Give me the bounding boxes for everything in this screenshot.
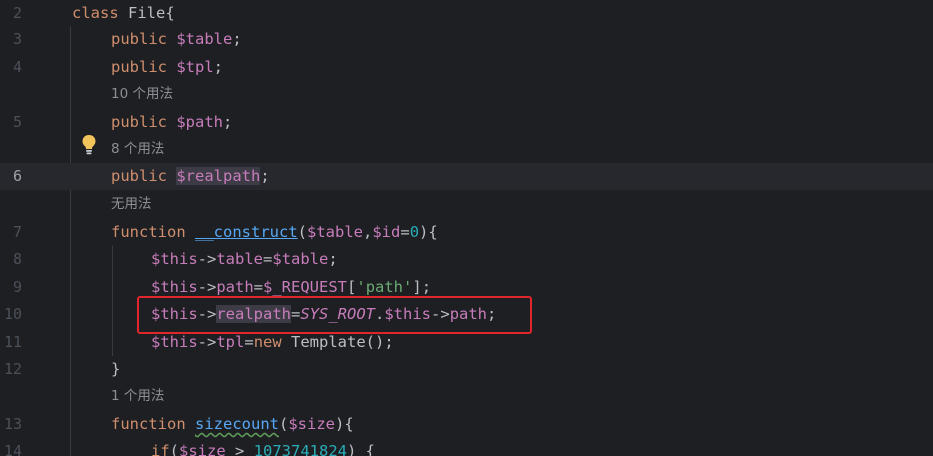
usages-hint[interactable]: 10 个用法 <box>111 82 173 106</box>
line-number: 14 <box>3 442 22 456</box>
line-number: 9 <box>12 278 22 296</box>
code-line[interactable]: 5 public $path; <box>0 109 933 135</box>
code-text: public $table; <box>111 30 242 48</box>
code-text: class File{ <box>72 4 175 22</box>
code-text: $this->table=$table; <box>151 250 338 268</box>
line-number: 13 <box>3 415 22 433</box>
code-text: $this->tpl=new Template(); <box>151 333 394 351</box>
line-number: 11 <box>3 333 22 351</box>
code-text: if($size > 1073741824) { <box>151 442 376 456</box>
code-line[interactable]: 13 function sizecount($size){ <box>0 411 933 437</box>
lightbulb-icon[interactable] <box>81 134 97 156</box>
code-text: public $tpl; <box>111 58 224 76</box>
code-editor[interactable]: 2 class File{ 3 public $table; 4 public … <box>0 0 933 456</box>
line-number: 2 <box>12 4 22 22</box>
line-number: 10 <box>3 305 22 323</box>
usages-hint[interactable]: 无用法 <box>111 192 152 216</box>
usages-hint[interactable]: 1 个用法 <box>111 384 164 408</box>
code-line[interactable]: 8 $this->table=$table; <box>0 246 933 272</box>
code-line[interactable]: 12 } <box>0 356 933 382</box>
code-text: } <box>111 360 121 378</box>
code-line[interactable]: 7 function __construct($table,$id=0){ <box>0 219 933 245</box>
line-number: 7 <box>12 223 22 241</box>
code-text: function __construct($table,$id=0){ <box>111 223 438 241</box>
line-number: 5 <box>12 113 22 131</box>
code-line[interactable]: 11 $this->tpl=new Template(); <box>0 329 933 355</box>
code-line[interactable]: 14 if($size > 1073741824) { <box>0 438 933 456</box>
line-number: 6 <box>12 167 22 185</box>
line-number: 8 <box>12 250 22 268</box>
code-line[interactable]: 3 public $table; <box>0 26 933 52</box>
code-line[interactable]: 4 public $tpl; <box>0 54 933 80</box>
usages-hint[interactable]: 8 个用法 <box>111 137 164 161</box>
code-line[interactable]: 2 class File{ <box>0 0 933 26</box>
line-number: 3 <box>12 30 22 48</box>
line-number: 4 <box>12 58 22 76</box>
code-text: public $path; <box>111 113 233 131</box>
code-line-current[interactable]: 6 public $realpath; <box>0 163 933 190</box>
code-text: public $realpath; <box>111 167 270 185</box>
code-text: function sizecount($size){ <box>111 415 354 433</box>
line-number: 12 <box>3 360 22 378</box>
